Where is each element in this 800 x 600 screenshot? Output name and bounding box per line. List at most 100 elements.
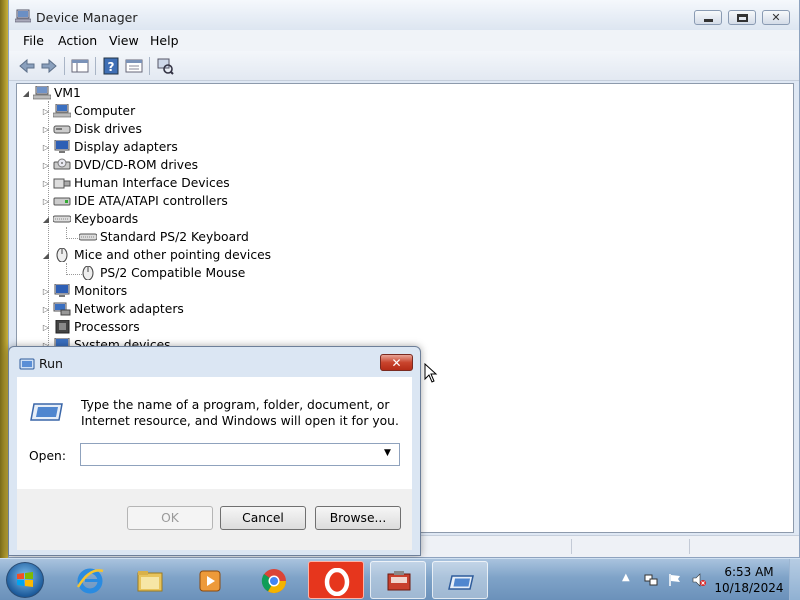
tree-label: PS/2 Compatible Mouse — [100, 266, 246, 280]
expand-arrow-icon[interactable]: ▷ — [41, 179, 51, 188]
show-hide-console-tree-icon[interactable] — [71, 57, 89, 75]
forward-arrow-icon[interactable] — [40, 57, 58, 75]
browse-button[interactable]: Browse... — [315, 506, 401, 530]
menu-help[interactable]: Help — [150, 33, 179, 48]
scan-hardware-changes-icon[interactable] — [156, 57, 174, 75]
tree-label: Disk drives — [74, 122, 142, 136]
back-arrow-icon[interactable] — [18, 57, 36, 75]
toolbar-separator — [64, 57, 65, 75]
tree-root-vm1[interactable]: ◢ VM1 — [21, 84, 81, 102]
media-player-icon — [199, 570, 221, 592]
taskbar-device-manager[interactable] — [370, 561, 426, 599]
expand-arrow-icon[interactable]: ▷ — [41, 323, 51, 332]
show-desktop-button[interactable] — [789, 559, 800, 600]
action-center-flag-icon[interactable] — [668, 573, 682, 587]
open-input[interactable] — [80, 443, 400, 466]
internet-explorer-icon — [76, 568, 104, 594]
tree-item-display-adapters[interactable]: ▷ Display adapters — [41, 138, 178, 156]
run-footer: OK Cancel Browse... — [17, 489, 412, 550]
properties-icon[interactable] — [125, 57, 143, 75]
tree-label: Display adapters — [74, 140, 178, 154]
close-icon: ✕ — [771, 11, 781, 24]
tree-item-human-interface-devices[interactable]: ▷ Human Interface Devices — [41, 174, 230, 192]
disk-drive-icon — [53, 125, 71, 134]
minimize-icon — [704, 19, 713, 22]
tree-item-network-adapters[interactable]: ▷ Network adapters — [41, 300, 184, 318]
expand-arrow-icon[interactable]: ▷ — [41, 161, 51, 170]
monitor-icon — [54, 284, 70, 297]
chrome-icon — [261, 569, 286, 594]
expand-arrow-icon[interactable]: ▷ — [41, 143, 51, 152]
maximize-icon — [737, 14, 748, 22]
ok-button[interactable]: OK — [127, 506, 213, 530]
taskbar-opera[interactable] — [308, 561, 364, 599]
expand-arrow-icon[interactable]: ▷ — [41, 305, 51, 314]
help-icon[interactable]: ? — [102, 57, 120, 75]
windows-logo-icon — [17, 572, 33, 587]
tree-label: Mice and other pointing devices — [74, 248, 272, 262]
tree-label: Keyboards — [74, 212, 139, 226]
minimize-button[interactable] — [694, 10, 722, 25]
mouse-cursor-icon — [424, 363, 438, 383]
expand-arrow-icon[interactable]: ▷ — [41, 107, 51, 116]
expand-arrow-icon[interactable]: ▷ — [41, 197, 51, 206]
tree-label: Computer — [74, 104, 136, 118]
toolbar-separator — [149, 57, 150, 75]
taskbar-file-explorer[interactable] — [122, 561, 178, 599]
tree-item-standard-ps2-keyboard[interactable]: Standard PS/2 Keyboard — [79, 228, 249, 246]
status-divider — [571, 539, 572, 554]
cancel-button[interactable]: Cancel — [220, 506, 306, 530]
tree-label: VM1 — [54, 86, 81, 100]
close-button[interactable]: ✕ — [762, 10, 790, 25]
taskbar-run[interactable] — [432, 561, 488, 599]
svg-text:?: ? — [108, 60, 115, 74]
network-tray-icon[interactable] — [644, 573, 658, 587]
taskbar-internet-explorer[interactable] — [62, 561, 118, 599]
run-close-button[interactable]: ✕ — [380, 354, 413, 371]
mouse-icon — [82, 266, 94, 280]
maximize-button[interactable] — [728, 10, 756, 25]
ide-controller-icon — [53, 197, 71, 206]
clock-date: 10/18/2024 — [714, 581, 784, 595]
collapse-arrow-icon[interactable]: ◢ — [41, 215, 51, 224]
computer-icon — [53, 104, 71, 118]
collapse-arrow-icon[interactable]: ◢ — [41, 251, 51, 260]
tree-label: Network adapters — [74, 302, 184, 316]
collapse-arrow-icon[interactable]: ◢ — [21, 89, 31, 98]
computer-icon — [33, 86, 51, 100]
processor-icon — [55, 320, 70, 334]
tree-item-mice[interactable]: ◢ Mice and other pointing devices — [41, 246, 271, 264]
device-manager-icon — [15, 9, 31, 23]
show-hidden-icons-arrow-icon[interactable]: ▲ — [622, 572, 630, 583]
menu-view[interactable]: View — [109, 33, 139, 48]
tree-item-computer[interactable]: ▷ Computer — [41, 102, 135, 120]
menu-action[interactable]: Action — [58, 33, 97, 48]
tree-item-ps2-compatible-mouse[interactable]: PS/2 Compatible Mouse — [79, 264, 245, 282]
expand-arrow-icon[interactable]: ▷ — [41, 287, 51, 296]
taskbar-media-player[interactable] — [182, 561, 238, 599]
tree-label: Processors — [74, 320, 140, 334]
tree-item-disk-drives[interactable]: ▷ Disk drives — [41, 120, 142, 138]
start-button[interactable] — [6, 562, 44, 598]
tree-item-dvd-cd-rom-drives[interactable]: ▷ DVD/CD-ROM drives — [41, 156, 198, 174]
tree-item-ide-ata-atapi-controllers[interactable]: ▷ IDE ATA/ATAPI controllers — [41, 192, 228, 210]
hid-icon — [53, 178, 71, 189]
tree-label: Monitors — [74, 284, 128, 298]
expand-arrow-icon[interactable]: ▷ — [41, 125, 51, 134]
device-manager-titlebar[interactable]: Device Manager ✕ — [9, 0, 799, 30]
tree-item-keyboards[interactable]: ◢ Keyboards — [41, 210, 138, 228]
tree-item-processors[interactable]: ▷ Processors — [41, 318, 140, 336]
clock[interactable]: 6:53 AM 10/18/2024 — [714, 564, 784, 596]
display-adapter-icon — [54, 140, 70, 153]
network-adapter-icon — [53, 302, 71, 316]
chevron-down-icon[interactable]: ▼ — [384, 448, 391, 458]
opera-icon — [324, 568, 350, 596]
taskbar-chrome[interactable] — [246, 561, 302, 599]
volume-muted-icon[interactable] — [692, 573, 706, 587]
menu-file[interactable]: File — [23, 33, 44, 48]
status-divider — [689, 539, 690, 554]
run-dialog: Run ✕ Type the name of a program, folder… — [8, 346, 421, 556]
toolbar: ? — [9, 51, 799, 81]
tree-item-monitors[interactable]: ▷ Monitors — [41, 282, 127, 300]
taskbar: ▲ 6:53 AM 10/18/2024 — [0, 558, 800, 600]
